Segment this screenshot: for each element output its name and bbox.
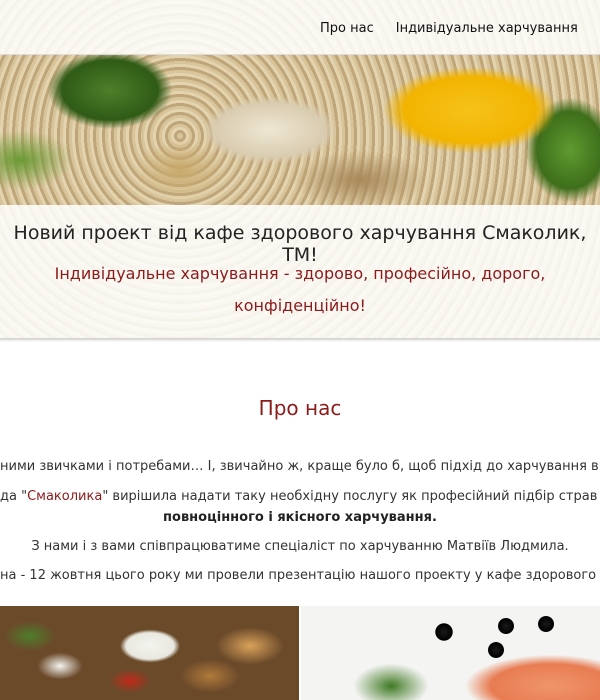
about-paragraph-2: да "Смаколика" вирішила надати таку необ… bbox=[0, 489, 600, 504]
about-paragraph-2-bold: повноцінного і якісного харчування. bbox=[163, 510, 437, 525]
about-section-title: Про нас bbox=[258, 396, 342, 420]
hero-subtitle: Індивідуальне харчування - здорово, проф… bbox=[54, 264, 546, 315]
hero-divider bbox=[0, 338, 600, 342]
nav-item-individual-nutrition[interactable]: Індивідуальне харчування bbox=[396, 21, 578, 36]
nav-menu: Про насІндивідуальне харчуванняЯк bbox=[320, 17, 600, 36]
about-paragraph-2-text: " вирішила надати таку необхідну послугу… bbox=[102, 489, 600, 504]
gallery-image-salmon bbox=[301, 606, 600, 700]
gallery-image-salad bbox=[0, 606, 299, 700]
about-paragraph-3: З нами і з вами співпрацюватиме спеціалі… bbox=[31, 539, 569, 554]
brand-name: Смаколика bbox=[27, 489, 103, 504]
about-paragraph-4: на - 12 жовтня цього року ми провели пре… bbox=[0, 568, 600, 583]
about-paragraph-1: ними звичками і потребами… І, звичайно ж… bbox=[0, 459, 600, 474]
about-paragraph-2-prefix: да " bbox=[0, 489, 28, 504]
nav-item-about[interactable]: Про нас bbox=[320, 21, 374, 36]
top-navigation: Про насІндивідуальне харчуванняЯк bbox=[0, 0, 600, 55]
